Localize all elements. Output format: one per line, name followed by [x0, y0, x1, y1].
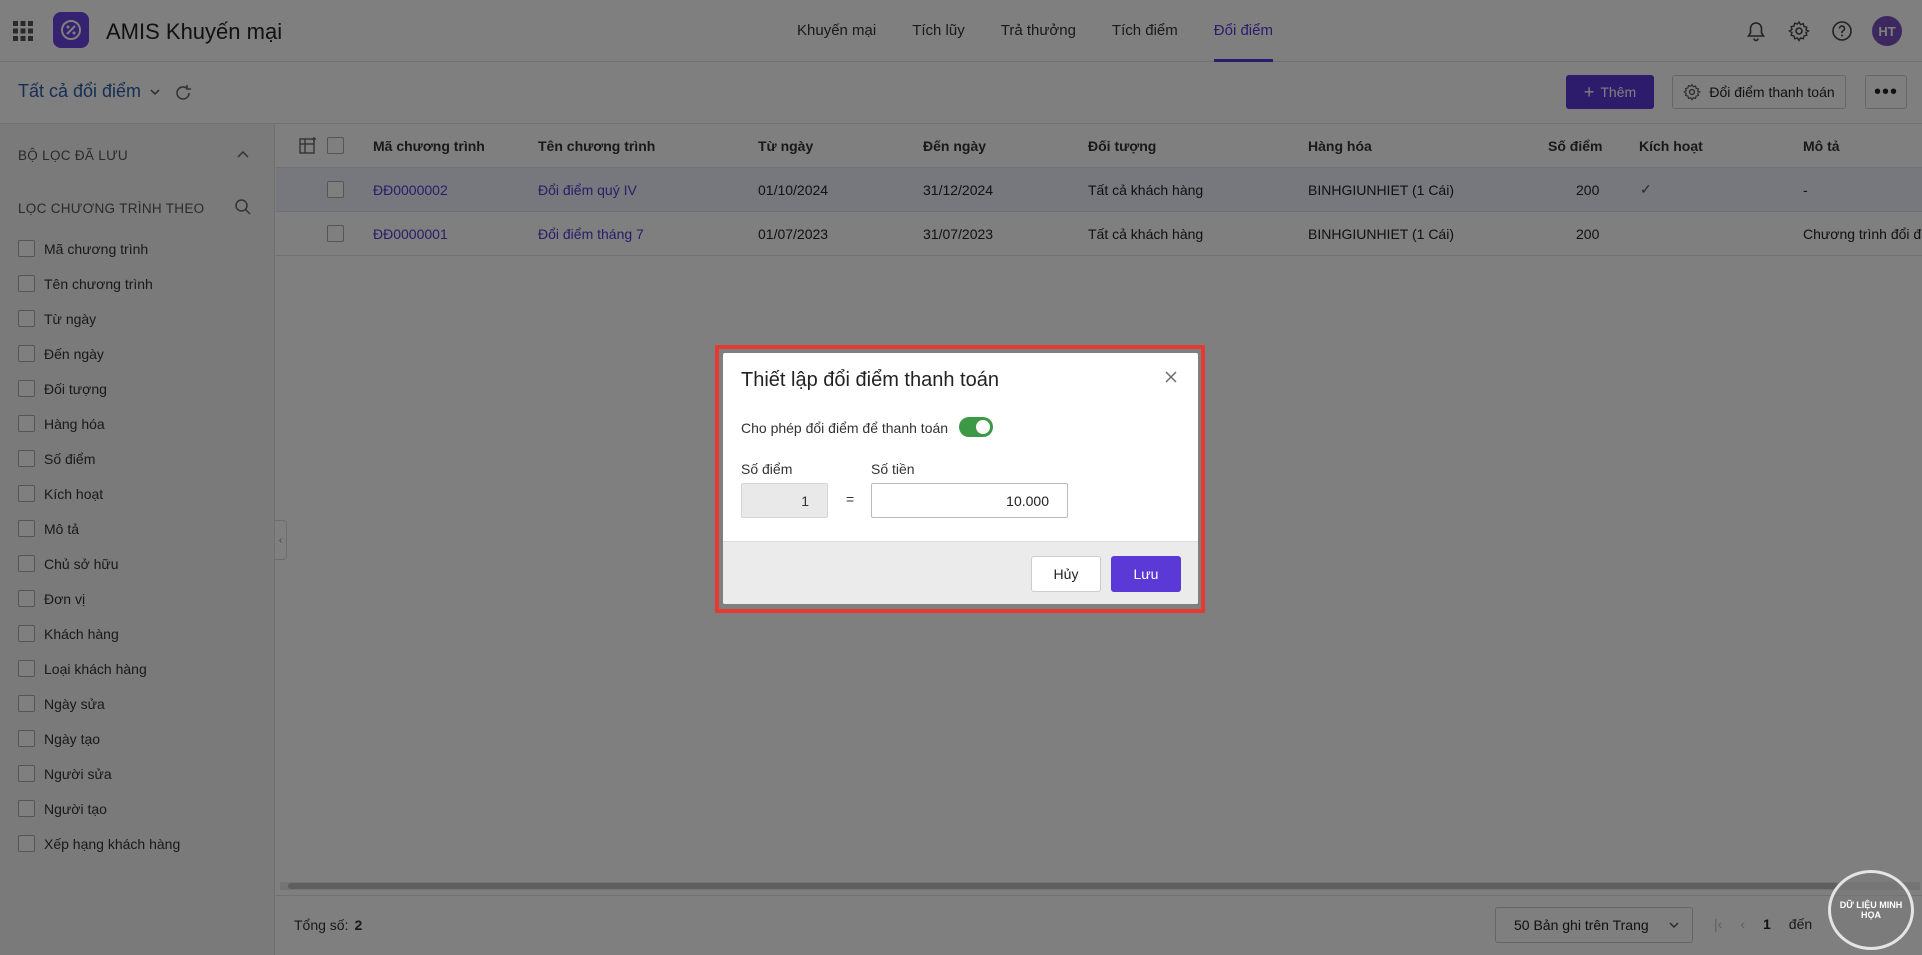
equals-sign: =	[846, 491, 855, 507]
cancel-button[interactable]: Hủy	[1031, 556, 1101, 592]
watermark-stamp: DỮ LIỆU MINH HỌA	[1828, 870, 1914, 950]
dialog-footer: Hủy Lưu	[723, 541, 1198, 604]
watermark-text: DỮ LIỆU MINH HỌA	[1839, 900, 1903, 920]
dialog-title: Thiết lập đổi điểm thanh toán	[741, 369, 999, 391]
close-icon[interactable]	[1163, 369, 1179, 385]
points-field: 1	[741, 483, 828, 518]
allow-redeem-label: Cho phép đổi điểm để thanh toán	[741, 420, 949, 436]
points-label: Số điểm	[741, 461, 793, 477]
payment-points-dialog: Thiết lập đổi điểm thanh toán Cho phép đ…	[723, 353, 1198, 604]
money-label: Số tiền	[871, 461, 915, 477]
allow-redeem-toggle[interactable]	[959, 417, 993, 437]
money-input[interactable]: 10.000	[871, 483, 1068, 518]
save-button[interactable]: Lưu	[1111, 556, 1181, 592]
